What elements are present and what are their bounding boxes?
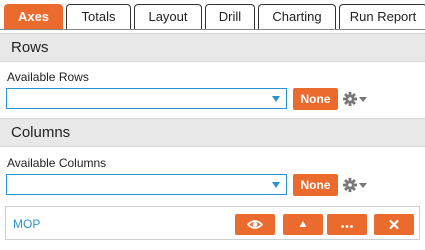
- tab-axes[interactable]: Axes: [4, 4, 63, 29]
- rows-section-title: Rows: [11, 39, 49, 56]
- available-columns-select[interactable]: [6, 174, 287, 195]
- eye-icon: [246, 220, 264, 229]
- move-up-button[interactable]: [283, 214, 323, 235]
- available-rows-label: Available Rows: [7, 70, 89, 84]
- gear-icon: [343, 178, 367, 192]
- tab-charting[interactable]: Charting: [258, 4, 336, 29]
- rows-section-header: Rows: [0, 33, 425, 62]
- tab-bar: Axes Totals Layout Drill Charting Run Re…: [4, 4, 425, 30]
- close-icon: [389, 219, 399, 230]
- item-bar: MOP: [5, 206, 420, 240]
- tab-layout[interactable]: Layout: [134, 4, 202, 29]
- remove-button[interactable]: [374, 214, 414, 235]
- caret-down-icon: [359, 183, 367, 188]
- tab-totals[interactable]: Totals: [66, 4, 131, 29]
- columns-section-header: Columns: [0, 118, 425, 147]
- chevron-down-icon: [272, 96, 280, 102]
- tab-drill[interactable]: Drill: [205, 4, 255, 29]
- columns-gear-menu[interactable]: [343, 177, 371, 193]
- columns-none-button[interactable]: None: [293, 174, 338, 196]
- report-designer: Axes Totals Layout Drill Charting Run Re…: [0, 0, 425, 250]
- view-button[interactable]: [235, 214, 275, 235]
- tab-divider: [0, 29, 425, 30]
- more-options-button[interactable]: [327, 214, 367, 235]
- chevron-down-icon: [272, 182, 280, 188]
- caret-down-icon: [359, 97, 367, 102]
- rows-gear-menu[interactable]: [343, 91, 371, 107]
- available-rows-select[interactable]: [6, 88, 287, 109]
- ellipsis-icon: [341, 225, 353, 228]
- up-arrow-icon: [299, 221, 307, 227]
- mop-link[interactable]: MOP: [13, 217, 40, 231]
- gear-icon: [343, 92, 367, 106]
- rows-none-button[interactable]: None: [293, 88, 338, 110]
- available-columns-label: Available Columns: [7, 156, 107, 170]
- columns-section-title: Columns: [11, 124, 71, 141]
- tab-run-report[interactable]: Run Report: [339, 4, 425, 29]
